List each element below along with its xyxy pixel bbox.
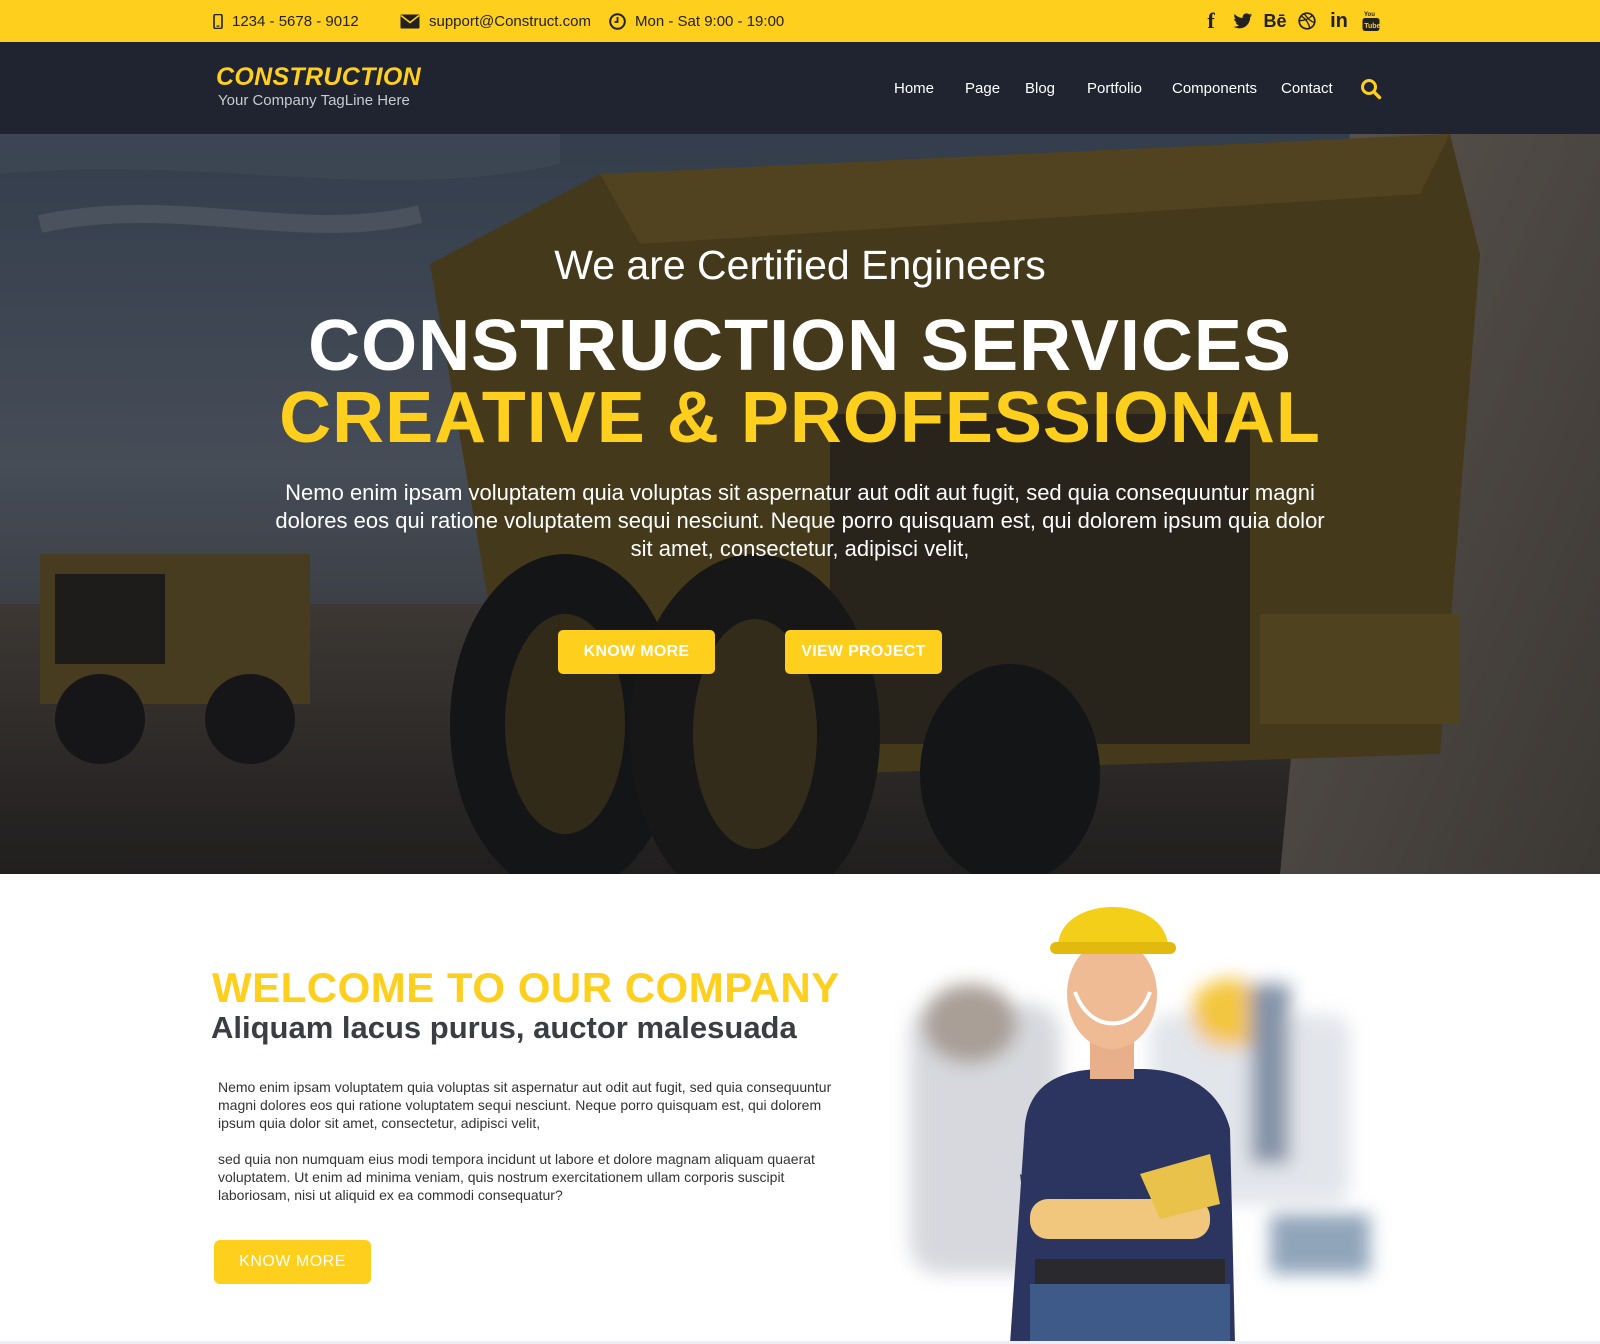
know-more-button[interactable]: KNOW MORE [558,630,715,674]
contact-hours: Mon - Sat 9:00 - 19:00 [609,0,784,42]
phone-icon [213,13,223,29]
search-icon[interactable] [1360,78,1382,100]
behance-icon[interactable]: Bē [1259,0,1291,42]
youtube-icon[interactable]: You Tube [1355,0,1387,42]
hero-description: Nemo enim ipsam voluptatem quia voluptas… [275,480,1325,561]
nav-item-home[interactable]: Home [894,80,934,97]
nav-menu: Home Page Blog Portfolio Components Cont… [0,42,1600,134]
dribbble-icon[interactable] [1291,0,1323,42]
linkedin-icon[interactable]: in [1323,0,1355,42]
welcome-paragraph-1: Nemo enim ipsam voluptatem quia voluptas… [218,1079,832,1131]
nav-item-blog[interactable]: Blog [1025,80,1055,97]
hero-title-line2: CREATIVE & PROFESSIONAL [279,378,1321,458]
svg-text:Tube: Tube [1364,23,1380,30]
worker-image [910,907,1370,1344]
mail-icon [400,14,420,28]
view-project-button[interactable]: VIEW PROJECT [785,630,942,674]
welcome-subtitle: Aliquam lacus purus, auctor malesuada [211,1010,797,1045]
welcome-know-more-button[interactable]: KNOW MORE [214,1240,371,1284]
top-bar: 1234 - 5678 - 9012 support@Construct.com… [0,0,1600,42]
hero-section: We are Certified Engineers CONSTRUCTION … [0,134,1600,874]
welcome-title: WELCOME TO OUR COMPANY [212,964,840,1011]
main-navbar: CONSTRUCTION Your Company TagLine Here H… [0,42,1600,134]
clock-icon [609,12,626,30]
hero-subtitle: We are Certified Engineers [554,242,1046,288]
nav-item-portfolio[interactable]: Portfolio [1087,80,1142,97]
welcome-section: WELCOME TO OUR COMPANY Aliquam lacus pur… [0,874,1600,1344]
hero-title-line1: CONSTRUCTION SERVICES [308,306,1292,386]
nav-item-contact[interactable]: Contact [1281,80,1333,97]
opening-hours: Mon - Sat 9:00 - 19:00 [635,12,785,30]
twitter-icon[interactable] [1227,0,1259,42]
svg-text:You: You [1364,12,1375,18]
facebook-icon[interactable]: f [1195,0,1227,42]
email-address: support@Construct.com [429,12,591,30]
nav-item-components[interactable]: Components [1172,80,1257,97]
nav-item-page[interactable]: Page [965,80,1000,97]
welcome-paragraph-2: sed quia non numquam eius modi tempora i… [218,1151,815,1203]
contact-phone[interactable]: 1234 - 5678 - 9012 [213,0,359,42]
contact-email[interactable]: support@Construct.com [400,0,591,42]
phone-number: 1234 - 5678 - 9012 [232,12,359,30]
social-links: f Bē in You Tube [1195,0,1387,42]
